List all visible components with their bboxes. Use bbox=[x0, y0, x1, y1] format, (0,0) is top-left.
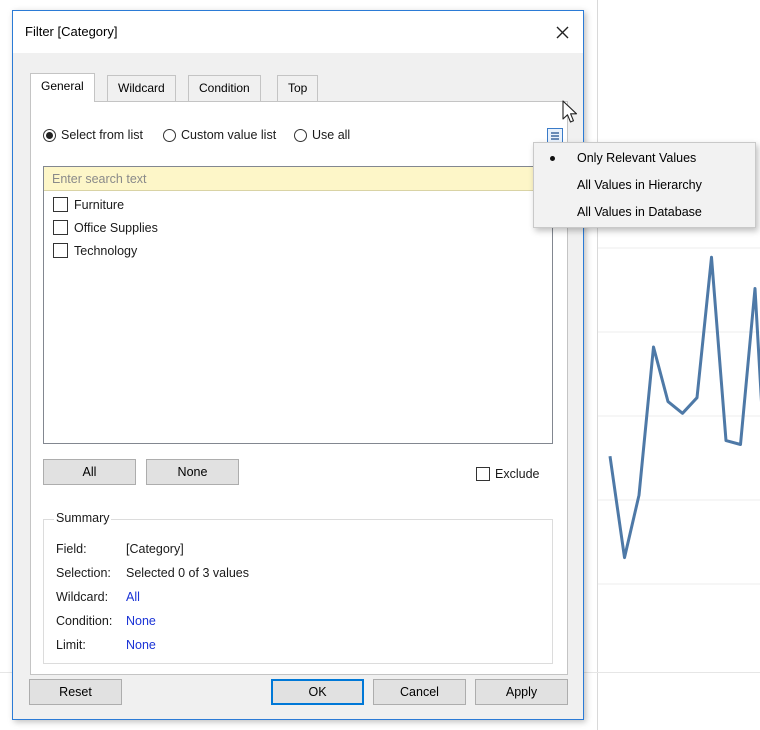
dialog-title: Filter [Category] bbox=[25, 24, 118, 39]
radio-select-from-list[interactable]: Select from list bbox=[43, 128, 143, 142]
checkbox[interactable] bbox=[53, 220, 68, 235]
list-menu-icon bbox=[551, 132, 559, 140]
tab-condition[interactable]: Condition bbox=[188, 75, 261, 101]
menu-item-all-values-in-hierarchy[interactable]: All Values in Hierarchy bbox=[534, 172, 755, 198]
list-item-label: Furniture bbox=[74, 197, 125, 212]
list-item-label: Technology bbox=[74, 243, 138, 258]
limit-link[interactable]: None bbox=[126, 638, 156, 652]
list-item-furniture[interactable]: Furniture bbox=[53, 197, 124, 212]
wildcard-link[interactable]: All bbox=[126, 590, 140, 604]
summary-row-limit: Limit: None bbox=[56, 638, 156, 652]
select-none-button[interactable]: None bbox=[146, 459, 239, 485]
apply-button[interactable]: Apply bbox=[475, 679, 568, 705]
summary-row-selection: Selection: Selected 0 of 3 values bbox=[56, 566, 249, 580]
radio-custom-value-list[interactable]: Custom value list bbox=[163, 128, 276, 142]
checkbox[interactable] bbox=[476, 467, 490, 481]
values-popup-menu: Only Relevant Values All Values in Hiera… bbox=[533, 142, 756, 228]
summary-legend: Summary bbox=[54, 511, 112, 525]
summary-row-wildcard: Wildcard: All bbox=[56, 590, 140, 604]
chart-series-line bbox=[608, 255, 760, 560]
dialog-titlebar[interactable]: Filter [Category] bbox=[13, 11, 583, 53]
list-item-label: Office Supplies bbox=[74, 220, 158, 235]
filter-dialog: Filter [Category] General Wildcard Condi… bbox=[12, 10, 584, 720]
reset-button[interactable]: Reset bbox=[29, 679, 122, 705]
exclude-checkbox[interactable]: Exclude bbox=[476, 467, 539, 481]
cancel-button[interactable]: Cancel bbox=[373, 679, 466, 705]
checkbox[interactable] bbox=[53, 243, 68, 258]
summary-row-field: Field: [Category] bbox=[56, 542, 184, 556]
condition-link[interactable]: None bbox=[126, 614, 156, 628]
ok-button[interactable]: OK bbox=[271, 679, 364, 705]
selected-bullet-icon bbox=[550, 156, 555, 161]
radio-indicator bbox=[43, 128, 56, 142]
radio-indicator bbox=[163, 128, 176, 142]
close-button[interactable] bbox=[547, 17, 577, 47]
radio-label: Custom value list bbox=[181, 128, 277, 142]
mouse-pointer-icon bbox=[562, 100, 578, 123]
tab-wildcard[interactable]: Wildcard bbox=[107, 75, 176, 101]
values-list[interactable]: Furniture Office Supplies Technology bbox=[43, 166, 553, 444]
list-item-office-supplies[interactable]: Office Supplies bbox=[53, 220, 158, 235]
summary-row-condition: Condition: None bbox=[56, 614, 156, 628]
exclude-label: Exclude bbox=[495, 467, 540, 481]
list-item-technology[interactable]: Technology bbox=[53, 243, 137, 258]
summary-group: Summary Field: [Category] Selection: Sel… bbox=[43, 511, 553, 664]
general-tab-panel: Select from list Custom value list Use a… bbox=[30, 101, 568, 675]
radio-label: Use all bbox=[312, 128, 351, 142]
search-input[interactable] bbox=[44, 167, 552, 191]
radio-use-all[interactable]: Use all bbox=[294, 128, 350, 142]
select-all-button[interactable]: All bbox=[43, 459, 136, 485]
radio-indicator bbox=[294, 128, 307, 142]
tab-general[interactable]: General bbox=[30, 73, 95, 102]
menu-item-all-values-in-database[interactable]: All Values in Database bbox=[534, 199, 755, 225]
tab-top[interactable]: Top bbox=[277, 75, 319, 101]
menu-item-only-relevant-values[interactable]: Only Relevant Values bbox=[534, 145, 755, 171]
close-icon bbox=[556, 26, 568, 38]
radio-label: Select from list bbox=[61, 128, 143, 142]
checkbox[interactable] bbox=[53, 197, 68, 212]
